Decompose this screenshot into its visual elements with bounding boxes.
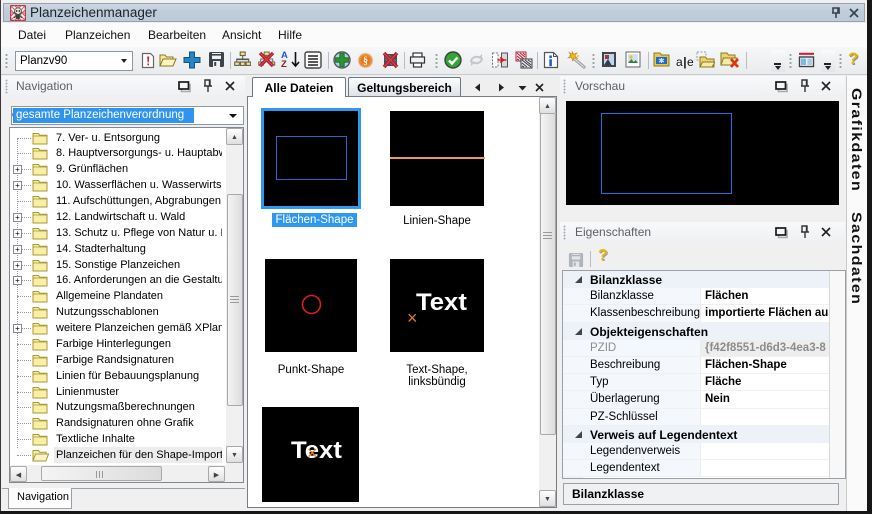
svg-text:§: § — [363, 56, 368, 67]
